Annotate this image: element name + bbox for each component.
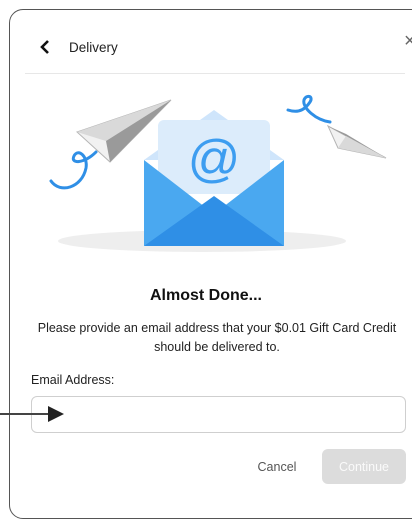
- cancel-button[interactable]: Cancel: [248, 453, 306, 481]
- page-title: Almost Done...: [149, 287, 262, 304]
- email-envelope-icon: @: [49, 94, 387, 252]
- right-string-curl: [286, 94, 332, 124]
- back-button[interactable]: [37, 37, 53, 57]
- dialog-header: Delivery: [37, 37, 118, 57]
- left-string-curl: [49, 150, 98, 190]
- email-label: Email Address:: [31, 373, 115, 387]
- continue-button[interactable]: Continue: [322, 449, 406, 484]
- header-divider: [25, 73, 405, 74]
- at-symbol: @: [188, 130, 241, 188]
- pointer-arrow-line: [0, 413, 52, 415]
- email-field[interactable]: [31, 396, 406, 433]
- close-button[interactable]: ×: [404, 30, 412, 52]
- close-icon: ×: [404, 30, 412, 52]
- dialog-title: Delivery: [69, 39, 118, 55]
- pointer-arrow-head: [48, 406, 64, 422]
- chevron-left-icon: [40, 40, 49, 54]
- right-paper-plane: [326, 124, 387, 159]
- description-text: Please provide an email address that you…: [37, 321, 397, 354]
